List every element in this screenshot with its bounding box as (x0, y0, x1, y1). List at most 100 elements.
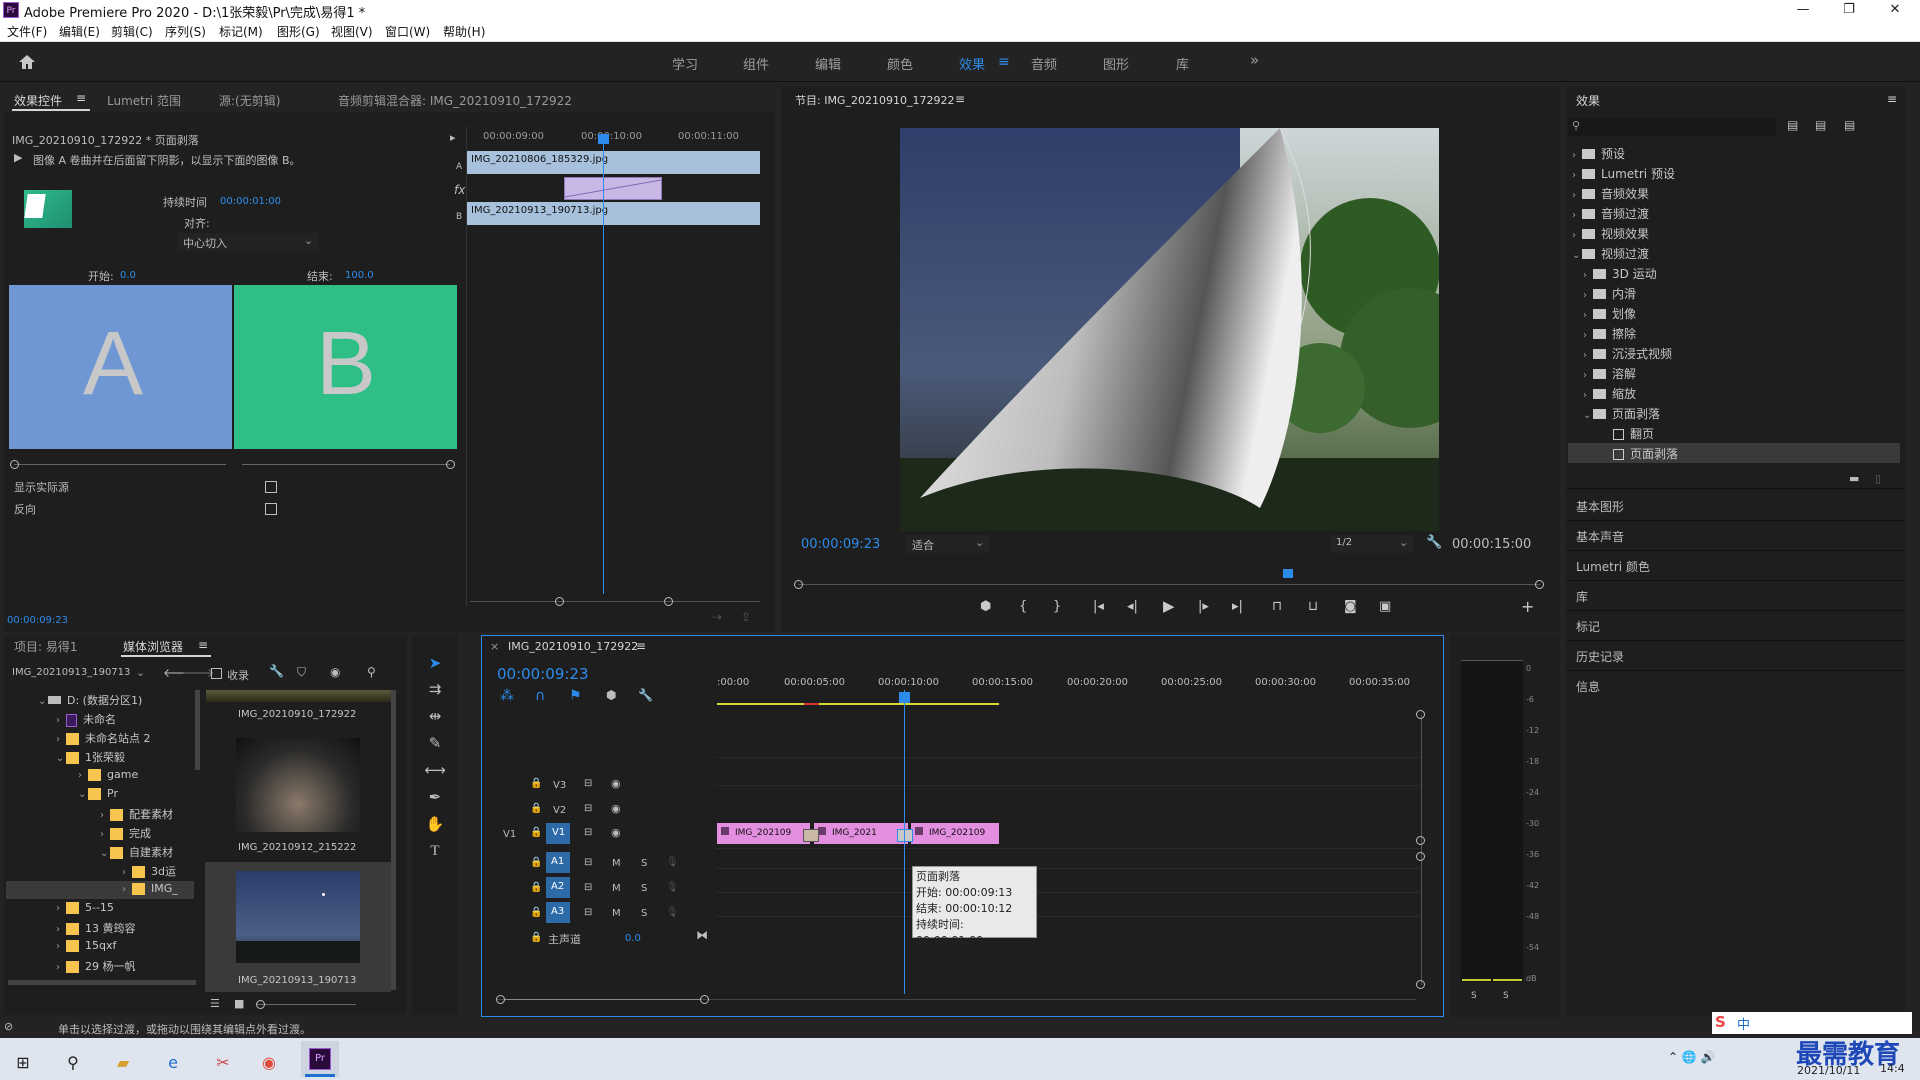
hscroll-handle[interactable] (496, 995, 505, 1004)
folder-tree-item[interactable]: › 完成 (100, 825, 151, 841)
meter-solo-left[interactable]: S (1471, 991, 1477, 1001)
ec-zoom-handle-left[interactable] (555, 597, 564, 606)
media-scrollbar[interactable] (391, 690, 396, 990)
menu-file[interactable]: 文件(F) (7, 23, 47, 40)
premiere-taskbar-item[interactable]: Pr (301, 1041, 339, 1077)
folder-tree-item[interactable]: › 配套素材 (100, 806, 173, 822)
track-v1-toggle[interactable]: V1 (546, 823, 570, 844)
ec-clip-a[interactable]: IMG_20210806_185329.jpg (467, 151, 760, 174)
path-dropdown[interactable]: IMG_20210913_190713 ⌄ (9, 665, 149, 683)
export-frame-icon[interactable]: ◙ (1344, 599, 1357, 614)
solo-a3[interactable]: S (641, 908, 647, 919)
ec-clip-b[interactable]: IMG_20210913_190713.jpg (467, 202, 760, 225)
list-view-icon[interactable]: ☰ (210, 997, 220, 1010)
sync-lock-icon[interactable]: ⊟ (584, 803, 592, 814)
pen-tool-icon[interactable]: ✒ (424, 786, 446, 808)
panel-lumetri-color[interactable]: Lumetri 颜色 (1576, 558, 1650, 575)
effects-tree-subitem[interactable]: › 3D 运动 (1583, 265, 1657, 282)
close-tab-icon[interactable]: × (490, 640, 499, 653)
minimize-button[interactable]: — (1780, 0, 1826, 20)
snipping-tool-icon[interactable]: ✂ (207, 1049, 239, 1077)
timeline-vscroll[interactable] (1421, 715, 1422, 985)
workspace-audio[interactable]: 音频 (1031, 54, 1057, 73)
scrub-handle-right[interactable] (1535, 580, 1544, 589)
panel-history[interactable]: 历史记录 (1576, 648, 1624, 665)
add-marker-icon[interactable]: ⬢ (980, 599, 991, 614)
folder-tree-item[interactable]: › 13 黄筠容 (56, 920, 136, 936)
icon-view-icon[interactable]: ■ (234, 997, 244, 1010)
ec-share-icon[interactable]: ⇪ (741, 610, 751, 624)
folder-tree-item[interactable]: › 29 杨一帆 (56, 958, 136, 974)
menu-help[interactable]: 帮助(H) (443, 23, 485, 40)
wrench-icon[interactable]: 🔧 (269, 664, 284, 678)
workspace-menu-icon[interactable]: ≡ (998, 54, 1010, 70)
eye-icon[interactable]: ◉ (611, 802, 621, 815)
effects-tree-subitem[interactable]: › 沉浸式视频 (1583, 345, 1672, 362)
effects-tree-item[interactable]: › 预设 (1572, 145, 1625, 162)
vscroll-handle[interactable] (1416, 836, 1425, 845)
razor-tool-icon[interactable]: ✎ (424, 732, 446, 754)
32-bit-effects-icon[interactable]: ▤ (1815, 118, 1826, 132)
go-to-end-icon[interactable]: ⧓ (696, 928, 708, 942)
meter-solo-right[interactable]: S (1503, 991, 1509, 1001)
add-button-icon[interactable]: + (1521, 597, 1534, 616)
effects-tree-leaf-selected[interactable]: 页面剥落 (1613, 445, 1678, 462)
panel-essential-sound[interactable]: 基本声音 (1576, 528, 1624, 545)
lift-icon[interactable]: ⊓ (1272, 599, 1282, 614)
maximize-button[interactable]: ❐ (1826, 0, 1872, 20)
mute-a2[interactable]: M (612, 883, 621, 894)
tree-scrollbar[interactable] (195, 690, 200, 770)
system-tray-icons[interactable]: ⌃ 🌐 🔊 (1668, 1050, 1716, 1064)
lock-icon[interactable]: 🔒 (530, 932, 542, 943)
go-to-out-icon[interactable]: ▸| (1232, 599, 1243, 614)
effects-tree-subitem[interactable]: › 划像 (1583, 305, 1636, 322)
play-preview-icon[interactable]: ▶ (14, 151, 22, 164)
folder-tree-item[interactable]: › game (78, 768, 138, 781)
effects-tree-subitem[interactable]: › 内滑 (1583, 285, 1636, 302)
ec-playhead[interactable] (603, 138, 604, 594)
reverse-checkbox[interactable] (265, 503, 277, 515)
folder-tree-item[interactable]: ⌄ Pr (78, 787, 118, 800)
workspace-editing[interactable]: 编辑 (815, 54, 841, 73)
forward-arrow-icon[interactable]: 🡒 (182, 665, 214, 680)
accelerated-effects-icon[interactable]: ▤ (1787, 118, 1798, 132)
effects-tree-item[interactable]: ⌄ 视频过渡 (1572, 245, 1649, 262)
new-bin-icon[interactable]: ▬ (1849, 472, 1859, 485)
search-icon[interactable]: ⚲ (367, 665, 376, 679)
lock-icon[interactable]: 🔒 (530, 778, 542, 789)
mark-in-icon[interactable]: { (1019, 599, 1027, 614)
timeline-playhead-handle[interactable] (899, 692, 910, 703)
timeline-transition-selected[interactable] (897, 829, 913, 842)
folder-tree-item[interactable]: › 3d运 (122, 863, 176, 879)
source-v1-label[interactable]: V1 (503, 829, 516, 840)
start-value[interactable]: 0.0 (120, 270, 136, 281)
end-slider-handle[interactable] (446, 460, 455, 469)
menu-marker[interactable]: 标记(M) (219, 23, 263, 40)
start-slider[interactable] (14, 464, 226, 465)
start-slider-handle[interactable] (10, 460, 19, 469)
workspace-effects[interactable]: 效果 (959, 54, 985, 73)
media-thumb-image[interactable] (236, 738, 360, 832)
track-a1-toggle[interactable]: A1 (546, 852, 570, 873)
mute-a3[interactable]: M (612, 908, 621, 919)
timeline-clip[interactable]: IMG_202109 (717, 823, 810, 844)
effects-tree-item[interactable]: › 音频过渡 (1572, 205, 1649, 222)
media-browser-menu-icon[interactable]: ≡ (198, 638, 208, 652)
folder-tree-item[interactable]: ⌄ D: (数据分区1) (38, 692, 142, 708)
scrub-handle-left[interactable] (794, 580, 803, 589)
sync-lock-icon[interactable]: ⊟ (584, 857, 592, 868)
ec-export-icon[interactable]: ⇢ (712, 610, 722, 624)
ime-toolbar[interactable]: S 中 (1712, 1012, 1912, 1034)
linked-selection-icon[interactable]: ⚑ (569, 688, 582, 704)
media-thumb-image[interactable] (236, 871, 360, 963)
timeline-playhead-line[interactable] (904, 690, 905, 994)
effects-tree-item[interactable]: › 音频效果 (1572, 185, 1649, 202)
timeline-clip[interactable]: IMG_202109 (911, 823, 999, 844)
view-icon[interactable]: ◉ (330, 665, 340, 679)
workspace-libraries[interactable]: 库 (1176, 54, 1189, 73)
delete-icon[interactable]: ▯ (1875, 472, 1881, 485)
program-timecode[interactable]: 00:00:09:23 (801, 537, 880, 552)
step-back-icon[interactable]: ◂| (1127, 599, 1138, 614)
master-volume-value[interactable]: 0.0 (625, 933, 641, 944)
effects-search-input[interactable]: ⚲ (1568, 118, 1776, 136)
